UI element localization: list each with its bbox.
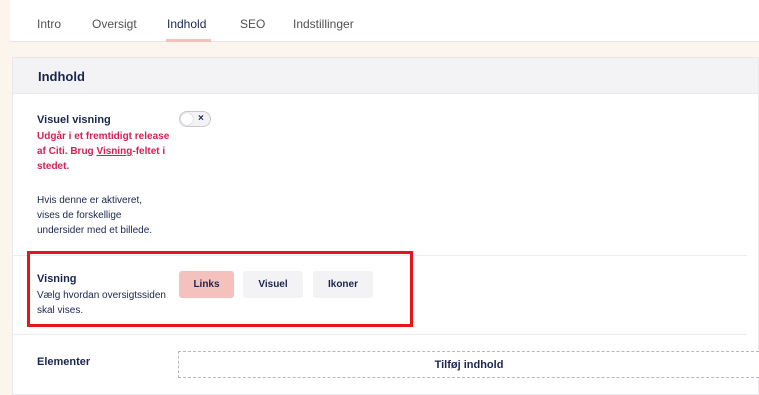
- divider: [12, 334, 747, 335]
- tab-seo[interactable]: SEO: [240, 17, 265, 31]
- tab-intro[interactable]: Intro: [37, 17, 61, 31]
- toggle-knob: [181, 113, 193, 125]
- active-tab-indicator: [166, 39, 211, 42]
- highlight-box: [27, 251, 413, 327]
- visuel-visning-label: Visuel visning: [37, 114, 111, 126]
- tab-indstillinger[interactable]: Indstillinger: [293, 17, 354, 31]
- tab-indhold[interactable]: Indhold: [167, 17, 206, 31]
- visning-link[interactable]: Visning: [96, 146, 132, 157]
- add-content-label: Tilføj indhold: [434, 358, 504, 371]
- visuel-visning-description: Hvis denne er aktiveret, vises de forske…: [37, 195, 153, 236]
- tab-bar: Intro Oversigt Indhold SEO Indstillinger: [10, 0, 759, 42]
- panel-header: Indhold: [13, 58, 758, 94]
- deprecation-warning: Udgår i et fremtidigt release af Citi. B…: [37, 129, 172, 174]
- add-content-button[interactable]: Tilføj indhold: [178, 351, 759, 378]
- visuel-visning-toggle[interactable]: ×: [179, 111, 211, 127]
- tab-oversigt[interactable]: Oversigt: [92, 17, 137, 31]
- panel-title: Indhold: [38, 69, 85, 84]
- elementer-label: Elementer: [37, 356, 91, 368]
- close-icon: ×: [198, 113, 204, 124]
